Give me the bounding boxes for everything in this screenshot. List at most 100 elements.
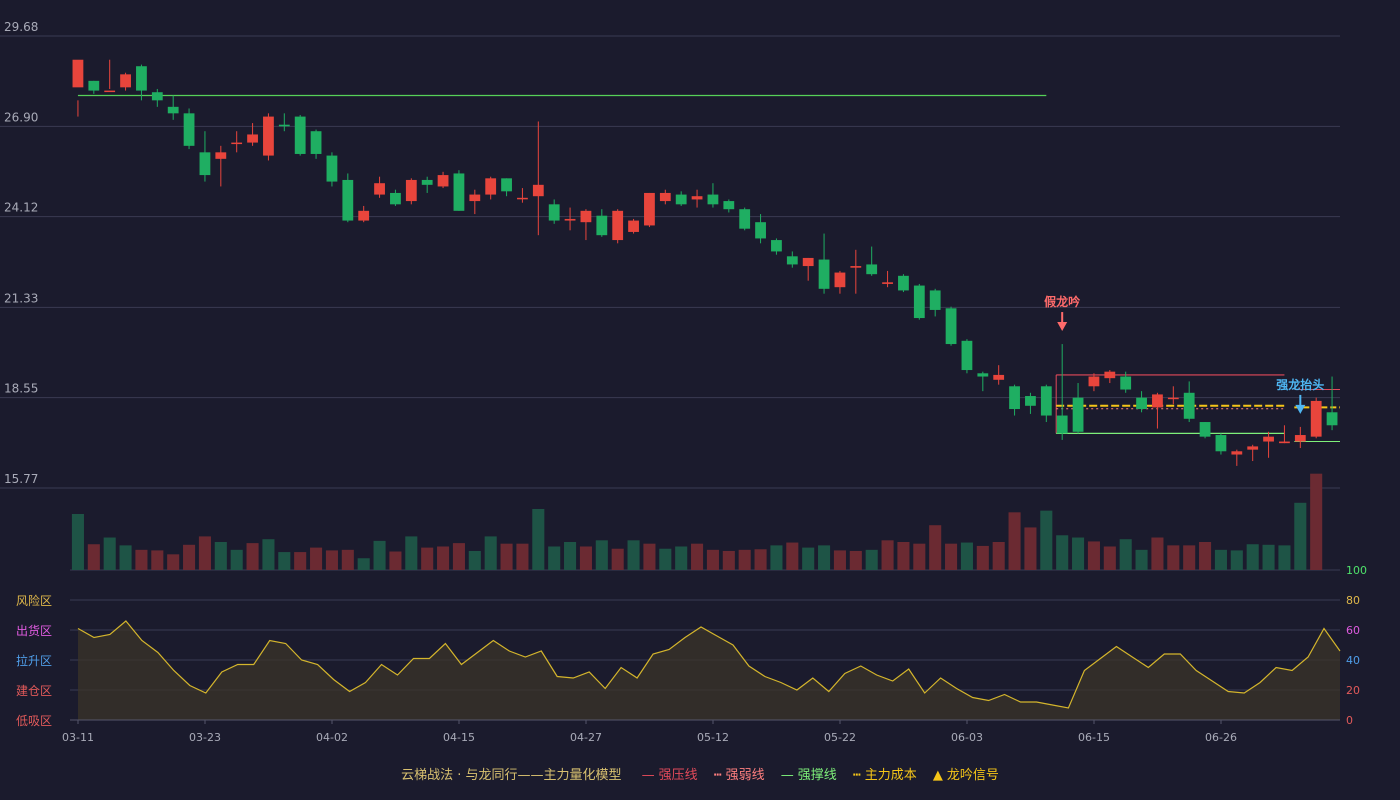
zone-label: 出货区	[16, 623, 52, 638]
volume-bar	[262, 539, 275, 570]
volume-bar	[786, 542, 799, 570]
legend-item-signal[interactable]: ▲ 龙吟信号	[933, 764, 999, 783]
candle-body	[818, 259, 830, 289]
candle-body	[1120, 376, 1132, 390]
volume-bar	[500, 543, 513, 570]
candle-body	[437, 175, 449, 187]
candle-body	[1152, 394, 1163, 408]
volume-bar	[325, 550, 338, 570]
indicator-tick-label: 40	[1346, 654, 1360, 667]
date-tick-label: 04-27	[570, 731, 602, 744]
volume-bar	[103, 537, 116, 570]
candle-body	[310, 131, 322, 154]
volume-bar	[1072, 537, 1085, 570]
volume-bar	[913, 543, 926, 570]
volume-bar	[341, 549, 354, 570]
candle-body	[1294, 435, 1306, 442]
date-axis: 03-11 03-23 04-02 04-15 04-27 05-12 05-22 06-03…	[62, 719, 1340, 744]
zone-label: 风险区	[16, 593, 52, 608]
candle-body	[120, 74, 131, 88]
zone-label: 低吸区	[16, 714, 52, 728]
candle-body	[1215, 435, 1227, 452]
volume-bar	[818, 545, 831, 570]
legend-label: 强撑线	[797, 768, 837, 783]
indicator-tick-label: 80	[1346, 594, 1360, 607]
candle-body	[1040, 386, 1052, 416]
candle-body	[469, 194, 481, 202]
volume-bar	[532, 508, 545, 570]
legend-label: 强弱线	[725, 768, 765, 783]
candle-body	[786, 256, 798, 265]
candle-body	[771, 240, 782, 252]
legend-title: 云梯战法 · 与龙同行——主力量化模型	[401, 768, 622, 783]
candle-body	[644, 192, 655, 226]
volume-bar	[1294, 502, 1307, 570]
dashed-line-icon: ┅	[852, 768, 861, 783]
solid-line-icon: —	[641, 768, 655, 783]
volume-bar	[1040, 510, 1053, 570]
candle-body	[501, 178, 512, 192]
legend-label: 龙吟信号	[946, 768, 999, 783]
candle-body	[358, 210, 370, 221]
candle-body	[723, 201, 735, 210]
volume-bar	[151, 550, 164, 570]
price-tick-label: 29.68	[4, 20, 38, 34]
volume-bar	[579, 546, 592, 570]
date-tick-label: 03-23	[189, 731, 221, 744]
volume-bar	[183, 544, 196, 570]
volume-bar	[294, 552, 307, 570]
arrow-down-icon	[1057, 322, 1068, 332]
legend-item-cost[interactable]: ┅ 主力成本	[853, 764, 917, 783]
indicator-tick-label: 100	[1346, 564, 1367, 577]
volume-bar	[1151, 537, 1164, 570]
candle-body	[1167, 397, 1179, 400]
volume-bar	[1167, 545, 1180, 570]
candle-body	[612, 210, 624, 241]
indicator-area	[78, 621, 1340, 720]
volume-bar	[119, 545, 132, 570]
candle-body	[294, 116, 306, 154]
price-tick-label: 26.90	[4, 110, 38, 124]
volume-bar	[437, 546, 450, 570]
candle-body	[977, 373, 989, 377]
candle-body	[215, 152, 227, 159]
volume-bar	[198, 536, 211, 570]
volume-bar	[738, 549, 751, 570]
candle-body	[882, 282, 893, 284]
candle-body	[707, 194, 719, 205]
candle-body	[405, 179, 417, 202]
volume-bar	[1214, 549, 1227, 570]
candle-body	[136, 66, 147, 91]
volume-bar	[452, 543, 465, 570]
candle-body	[1104, 371, 1116, 379]
zone-label: 拉升区	[16, 653, 52, 668]
candle-body	[659, 192, 671, 202]
candle-body	[834, 272, 846, 288]
volume-bar	[897, 542, 910, 570]
candle-body	[342, 179, 354, 221]
legend-item-support[interactable]: — 强撑线	[781, 764, 837, 783]
dashed-line-icon: ┅	[713, 768, 722, 783]
volume-bar	[71, 514, 84, 570]
candle-body	[548, 204, 560, 221]
volume-bar	[564, 542, 577, 570]
candle-body	[278, 124, 290, 127]
triangle-icon: ▲	[932, 768, 943, 783]
candle-body	[1183, 392, 1195, 419]
date-tick-label: 04-15	[443, 731, 475, 744]
volume-bar	[421, 547, 434, 570]
indicator-tick-label: 60	[1346, 624, 1360, 637]
volume-bar	[976, 545, 989, 570]
candle-body	[199, 152, 211, 176]
volume-bar	[754, 549, 767, 570]
candle-body	[1263, 436, 1274, 442]
grid-lines	[0, 35, 1340, 571]
volume-bar	[960, 542, 973, 570]
legend-item-weak[interactable]: ┅ 强弱线	[714, 764, 765, 783]
candle-body	[866, 264, 878, 275]
legend-label: 强压线	[658, 768, 698, 783]
volume-bar	[310, 547, 323, 570]
legend-item-resist[interactable]: — 强压线	[642, 764, 698, 783]
candle-body	[580, 210, 592, 223]
volume-bar	[87, 544, 100, 570]
